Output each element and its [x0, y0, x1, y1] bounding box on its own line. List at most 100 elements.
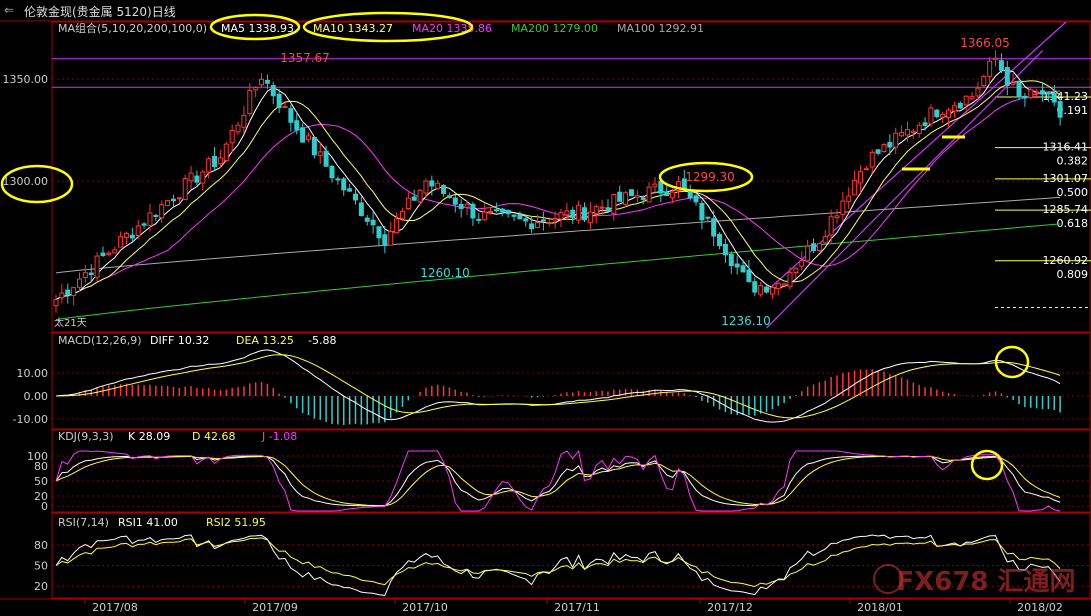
candle-body — [141, 223, 147, 226]
candle-body — [446, 195, 452, 198]
candle-body — [564, 210, 570, 216]
candle-body — [405, 197, 411, 210]
candle-body — [200, 171, 206, 184]
candle-body — [799, 260, 805, 267]
candle-body — [94, 255, 100, 278]
candle-body — [957, 102, 963, 109]
candle-body — [376, 226, 382, 239]
candle-body — [217, 157, 223, 165]
candle-body — [764, 286, 770, 293]
candle-body — [288, 108, 294, 123]
price-tick-label: 1300.00 — [3, 175, 49, 188]
x-tick-label: 2018/02 — [1017, 601, 1063, 614]
candle-body — [517, 214, 523, 220]
candle-body — [165, 200, 171, 207]
candle-body — [904, 129, 910, 136]
candle-body — [194, 175, 200, 183]
candle-body — [699, 202, 705, 221]
candle-body — [300, 127, 306, 143]
candle-body — [869, 151, 875, 168]
candle-body — [693, 195, 699, 203]
candle-body — [441, 184, 447, 194]
ma-legend-item: MA20 1335.86 — [412, 22, 492, 35]
candle-body — [147, 212, 153, 227]
candle-body — [940, 113, 946, 118]
candle-body — [1040, 90, 1046, 95]
price-extreme-label: 1260.10 — [420, 266, 470, 280]
candle-body — [176, 197, 182, 200]
candle-body — [1010, 82, 1016, 85]
candle-body — [998, 60, 1004, 71]
candle-body — [587, 211, 593, 224]
candle-body — [981, 75, 987, 87]
kdj-tick-label: 80 — [34, 460, 48, 473]
candle-body — [317, 151, 323, 157]
candle-body — [1045, 92, 1051, 95]
candle-body — [129, 234, 135, 239]
fib-ratio-label: 0.382 — [1057, 155, 1089, 168]
candle-body — [805, 245, 811, 262]
fib-price-label: 1260.92 — [1043, 254, 1089, 267]
candle-body — [540, 219, 546, 222]
back-arrow-icon[interactable]: ⇐ — [4, 3, 14, 17]
candle-body — [722, 243, 728, 256]
fib-price-label: 1301.07 — [1043, 172, 1089, 185]
candle-body — [928, 107, 934, 125]
price-extreme-label: 1236.10 — [721, 314, 771, 328]
candle-body — [182, 178, 188, 201]
candle-body — [993, 57, 999, 61]
candle-body — [88, 272, 94, 275]
candle-body — [253, 87, 259, 91]
candle-body — [922, 122, 928, 126]
candle-body — [558, 212, 564, 220]
candle-body — [370, 219, 376, 226]
price-extreme-label: 1357.67 — [280, 51, 330, 65]
candle-body — [352, 193, 358, 201]
candle-body — [499, 208, 505, 213]
price-tick-label: 1350.00 — [3, 73, 49, 86]
price-extreme-label: 1299.30 — [685, 170, 735, 184]
candle-body — [435, 182, 441, 189]
kdj-legend-name: KDJ(9,3,3) — [58, 430, 114, 443]
candle-body — [535, 222, 541, 228]
candle-body — [828, 216, 834, 236]
chart-title: 伦敦金现(贵金属 5120)日线 — [24, 5, 176, 19]
candle-body — [170, 198, 176, 202]
candle-body — [946, 109, 952, 118]
candle-body — [670, 191, 676, 199]
candle-body — [646, 186, 652, 203]
candle-body — [951, 105, 957, 112]
macd-legend-value: -5.88 — [308, 334, 336, 347]
fib-ratio-label: 0.618 — [1057, 217, 1089, 230]
candle-body — [822, 236, 828, 244]
candle-body — [429, 180, 435, 187]
candle-body — [306, 135, 311, 141]
candle-body — [605, 207, 611, 212]
candle-body — [1004, 67, 1010, 86]
candle-body — [529, 223, 535, 230]
candle-body — [159, 204, 165, 219]
candle-body — [241, 114, 247, 128]
watermark-text: FX678 汇通网 — [896, 567, 1075, 597]
candle-body — [364, 217, 370, 222]
candle-body — [664, 191, 670, 197]
candle-body — [687, 190, 693, 199]
fib-ratio-label: 0.809 — [1057, 268, 1089, 281]
candle-body — [623, 192, 629, 205]
start-label: 太21天 — [54, 316, 87, 329]
candle-body — [775, 282, 781, 289]
candle-body — [846, 195, 852, 203]
candle-body — [417, 189, 423, 203]
candle-body — [769, 286, 775, 295]
candle-body — [112, 249, 118, 254]
candle-body — [546, 221, 552, 224]
price-chart[interactable]: 1341.230.1911316.410.3821301.070.5001285… — [0, 0, 1091, 616]
candle-body — [1016, 80, 1022, 98]
candle-body — [611, 193, 617, 214]
candle-body — [341, 178, 347, 191]
ma-group-label: MA组合(5,10,20,200,100,0) — [58, 21, 207, 35]
candle-body — [1022, 95, 1028, 99]
candle-body — [294, 120, 300, 131]
candle-body — [570, 209, 576, 219]
candle-body — [270, 85, 276, 97]
